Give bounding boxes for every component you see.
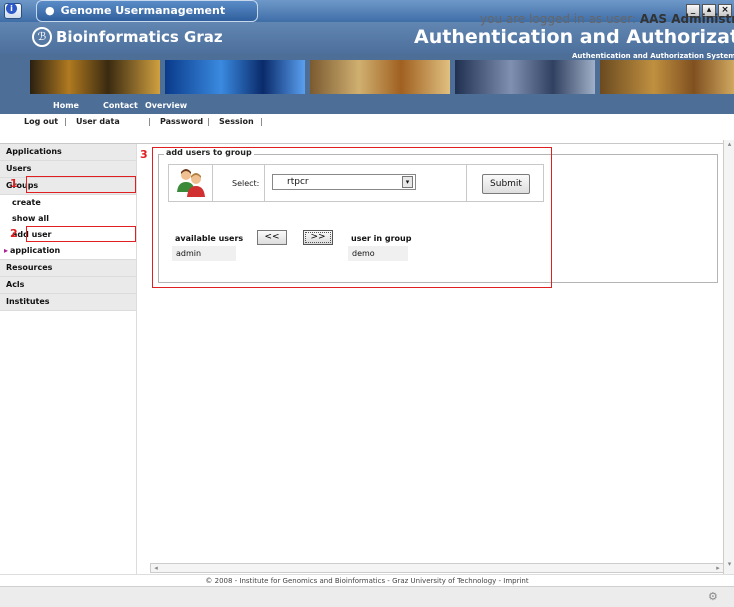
annotation-number-1: 1	[10, 177, 18, 190]
scroll-right-arrow-icon[interactable]: ▸	[714, 564, 722, 572]
subnav-separator: |	[260, 117, 263, 126]
scroll-left-arrow-icon[interactable]: ◂	[152, 564, 160, 572]
window-title: Genome Usermanagement	[60, 4, 226, 17]
sidebar-item-resources[interactable]: Resources	[0, 260, 136, 277]
scroll-down-arrow-icon[interactable]: ▾	[725, 560, 734, 568]
triangle-right-icon: ▸	[4, 246, 9, 255]
logo-icon: ℬ	[32, 27, 52, 47]
site-banner: ℬ Bioinformatics Graz Authentication and…	[0, 22, 734, 98]
nav-overview[interactable]: Overview	[145, 98, 187, 114]
sidebar-item-label: create	[12, 198, 41, 207]
sidebar-item-label: Applications	[6, 147, 62, 156]
sidebar-item-applications[interactable]: Applications	[0, 144, 136, 161]
scroll-up-arrow-icon[interactable]: ▴	[725, 140, 734, 148]
sidebar-item-label: Users	[6, 164, 32, 173]
status-bar	[0, 586, 734, 607]
login-user: AAS Administrator	[639, 12, 734, 26]
sidebar-item-label: application	[10, 246, 61, 255]
sidebar-item-label: show all	[12, 214, 50, 223]
info-icon: i	[6, 3, 17, 14]
subnav-separator: |	[207, 117, 210, 126]
password-link[interactable]: Password	[160, 117, 203, 126]
annotation-box-form	[152, 147, 552, 288]
window-title-tab[interactable]: ● Genome Usermanagement	[36, 0, 258, 22]
session-link[interactable]: Session	[219, 117, 254, 126]
subnav-separator: |	[64, 117, 67, 126]
gear-icon[interactable]: ⚙	[708, 590, 718, 603]
banner-image-circuit	[30, 60, 160, 94]
nav-home[interactable]: Home	[53, 98, 79, 114]
login-prefix: you are logged in as user:	[480, 12, 636, 26]
banner-image-chip	[455, 60, 595, 94]
sidebar-item-label: Institutes	[6, 297, 50, 306]
annotation-box-add-user	[26, 226, 136, 242]
sidebar-item-create[interactable]: create	[0, 195, 136, 212]
sidebar: Applications Users Groups create show al…	[0, 144, 137, 584]
login-status: you are logged in as user: AAS Administr…	[480, 12, 734, 26]
top-navigation: Home Contact Overview	[0, 98, 734, 114]
sidebar-item-institutes[interactable]: Institutes	[0, 294, 136, 311]
annotation-number-3: 3	[140, 148, 148, 161]
annotation-box-groups	[26, 176, 136, 193]
user-data-link[interactable]: User data	[76, 117, 120, 126]
footer: © 2008 - Institute for Genomics and Bioi…	[0, 574, 734, 586]
banner-image-binary	[165, 60, 305, 94]
app-subtitle: Authentication and Authorization System	[572, 52, 734, 60]
banner-image-board	[600, 60, 734, 94]
sidebar-item-application[interactable]: ▸ application	[0, 243, 136, 260]
globe-icon: ●	[45, 4, 55, 17]
site-title: Bioinformatics Graz	[56, 28, 223, 46]
subnav-separator: |	[148, 117, 151, 126]
sidebar-item-label: Resources	[6, 263, 53, 272]
logout-link[interactable]: Log out	[24, 117, 58, 126]
banner-image-keyboard	[310, 60, 450, 94]
sidebar-item-label: Acls	[6, 280, 25, 289]
nav-contact[interactable]: Contact	[103, 98, 138, 114]
annotation-number-2: 2	[10, 227, 18, 240]
app-title: Authentication and Authorization	[414, 26, 734, 48]
horizontal-scrollbar[interactable]: ◂ ▸	[150, 563, 724, 573]
vertical-scrollbar[interactable]: ▴ ▾	[723, 140, 734, 574]
sidebar-item-acls[interactable]: Acls	[0, 277, 136, 294]
